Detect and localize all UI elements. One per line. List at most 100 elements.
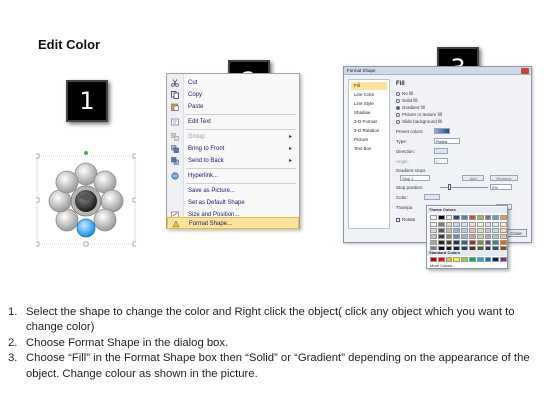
color-swatch[interactable] — [437, 234, 445, 239]
color-swatch[interactable] — [500, 228, 507, 233]
menu-item-set-default-shape[interactable]: Set as Default Shape — [167, 197, 299, 209]
add-stop-button[interactable]: Add — [462, 175, 484, 181]
more-colors-link[interactable]: More Colors... — [430, 263, 455, 268]
color-swatch[interactable] — [484, 234, 492, 239]
color-swatch[interactable] — [430, 240, 437, 245]
checkbox[interactable] — [396, 217, 400, 222]
direction-dropdown[interactable] — [434, 148, 448, 154]
remove-stop-button[interactable]: Remove — [490, 175, 518, 181]
menu-item-paste[interactable]: Paste — [167, 101, 299, 113]
color-swatch[interactable] — [445, 228, 453, 233]
color-swatch[interactable] — [445, 222, 453, 227]
menu-item-save-as-picture[interactable]: Save as Picture... — [167, 185, 299, 197]
color-swatch[interactable] — [453, 215, 461, 220]
color-swatch[interactable] — [437, 257, 445, 262]
menu-item-send-to-back[interactable]: Send to Back ▸ — [167, 155, 299, 167]
color-swatch[interactable] — [476, 234, 484, 239]
nav-item-3d-format[interactable]: 3-D Format — [351, 118, 387, 126]
stop-position-input[interactable]: 0% — [490, 184, 512, 190]
color-swatch[interactable] — [453, 222, 461, 227]
menu-item-bring-to-front[interactable]: Bring to Front ▸ — [167, 143, 299, 155]
color-swatch[interactable] — [437, 240, 445, 245]
menu-item-copy[interactable]: Copy — [167, 89, 299, 101]
color-swatch[interactable] — [500, 257, 507, 262]
rotate-checkbox-row[interactable]: Rotate — [396, 216, 415, 223]
color-swatch[interactable] — [476, 222, 484, 227]
nav-item-shadow[interactable]: Shadow — [351, 109, 387, 117]
color-swatch[interactable] — [500, 240, 507, 245]
fill-option-slide-background[interactable]: Slide background fill — [396, 119, 442, 125]
color-swatch[interactable] — [430, 215, 437, 220]
type-dropdown[interactable]: Radial — [434, 138, 460, 144]
color-swatch[interactable] — [445, 257, 453, 262]
color-swatch[interactable] — [484, 240, 492, 245]
color-swatch[interactable] — [492, 257, 500, 262]
stop-dropdown[interactable]: Stop 1 — [400, 175, 430, 181]
menu-item-hyperlink[interactable]: Hyperlink... — [167, 170, 299, 182]
color-swatch[interactable] — [453, 228, 461, 233]
menu-item-cut[interactable]: Cut — [167, 77, 299, 89]
color-swatch[interactable] — [476, 257, 484, 262]
color-dropdown-button[interactable] — [424, 194, 440, 200]
color-swatch[interactable] — [476, 228, 484, 233]
color-swatch[interactable] — [430, 257, 437, 262]
preset-colors-dropdown[interactable] — [434, 128, 450, 134]
color-swatch[interactable] — [437, 215, 445, 220]
nav-item-3d-rotation[interactable]: 3-D Rotation — [351, 127, 387, 135]
color-swatch[interactable] — [500, 234, 507, 239]
fill-option-gradient[interactable]: Gradient fill — [396, 105, 425, 111]
fill-option-picture[interactable]: Picture or texture fill — [396, 112, 442, 118]
color-swatch[interactable] — [484, 222, 492, 227]
color-swatch[interactable] — [468, 215, 476, 220]
color-swatch[interactable] — [461, 222, 468, 227]
color-swatch[interactable] — [445, 240, 453, 245]
color-swatch[interactable] — [437, 228, 445, 233]
fill-option-solid[interactable]: Solid fill — [396, 98, 418, 104]
close-button[interactable]: Close — [505, 229, 527, 237]
color-swatch[interactable] — [476, 215, 484, 220]
color-swatch[interactable] — [500, 222, 507, 227]
color-swatch[interactable] — [468, 222, 476, 227]
color-swatch[interactable] — [461, 215, 468, 220]
menu-item-group[interactable]: Group ▸ — [167, 131, 299, 143]
slider-thumb[interactable] — [448, 184, 451, 190]
color-swatch[interactable] — [492, 222, 500, 227]
color-swatch[interactable] — [484, 257, 492, 262]
dialog-close-icon[interactable] — [521, 68, 529, 74]
color-swatch[interactable] — [437, 222, 445, 227]
nav-item-text-box[interactable]: Text Box — [351, 145, 387, 153]
color-swatch[interactable] — [468, 240, 476, 245]
menu-item-edit-text[interactable]: Edit Text — [167, 116, 299, 128]
color-swatch[interactable] — [430, 222, 437, 227]
color-swatch[interactable] — [430, 234, 437, 239]
color-swatch[interactable] — [500, 215, 507, 220]
angle-input[interactable]: 0° — [434, 158, 448, 164]
color-swatch[interactable] — [468, 234, 476, 239]
menu-item-format-shape[interactable]: Format Shape... — [167, 217, 299, 229]
color-swatch[interactable] — [468, 257, 476, 262]
color-swatch[interactable] — [453, 234, 461, 239]
color-swatch[interactable] — [461, 228, 468, 233]
color-swatch[interactable] — [492, 234, 500, 239]
color-swatch[interactable] — [453, 240, 461, 245]
color-swatch[interactable] — [492, 240, 500, 245]
color-swatch[interactable] — [445, 234, 453, 239]
color-swatch[interactable] — [461, 240, 468, 245]
nav-item-line-style[interactable]: Line Style — [351, 100, 387, 108]
color-swatch[interactable] — [484, 215, 492, 220]
nav-item-picture[interactable]: Picture — [351, 136, 387, 144]
color-swatch[interactable] — [445, 215, 453, 220]
color-swatch[interactable] — [492, 228, 500, 233]
color-swatch[interactable] — [492, 215, 500, 220]
color-swatch[interactable] — [476, 240, 484, 245]
fill-option-no-fill[interactable]: No fill — [396, 91, 413, 97]
color-swatch[interactable] — [468, 228, 476, 233]
nav-item-line-color[interactable]: Line Color — [351, 91, 387, 99]
nav-item-fill[interactable]: Fill — [351, 82, 387, 90]
color-swatch[interactable] — [484, 228, 492, 233]
color-swatch[interactable] — [461, 234, 468, 239]
color-swatch[interactable] — [453, 257, 461, 262]
color-swatch[interactable] — [461, 257, 468, 262]
selected-flower-shape[interactable] — [34, 150, 138, 250]
color-swatch[interactable] — [430, 228, 437, 233]
